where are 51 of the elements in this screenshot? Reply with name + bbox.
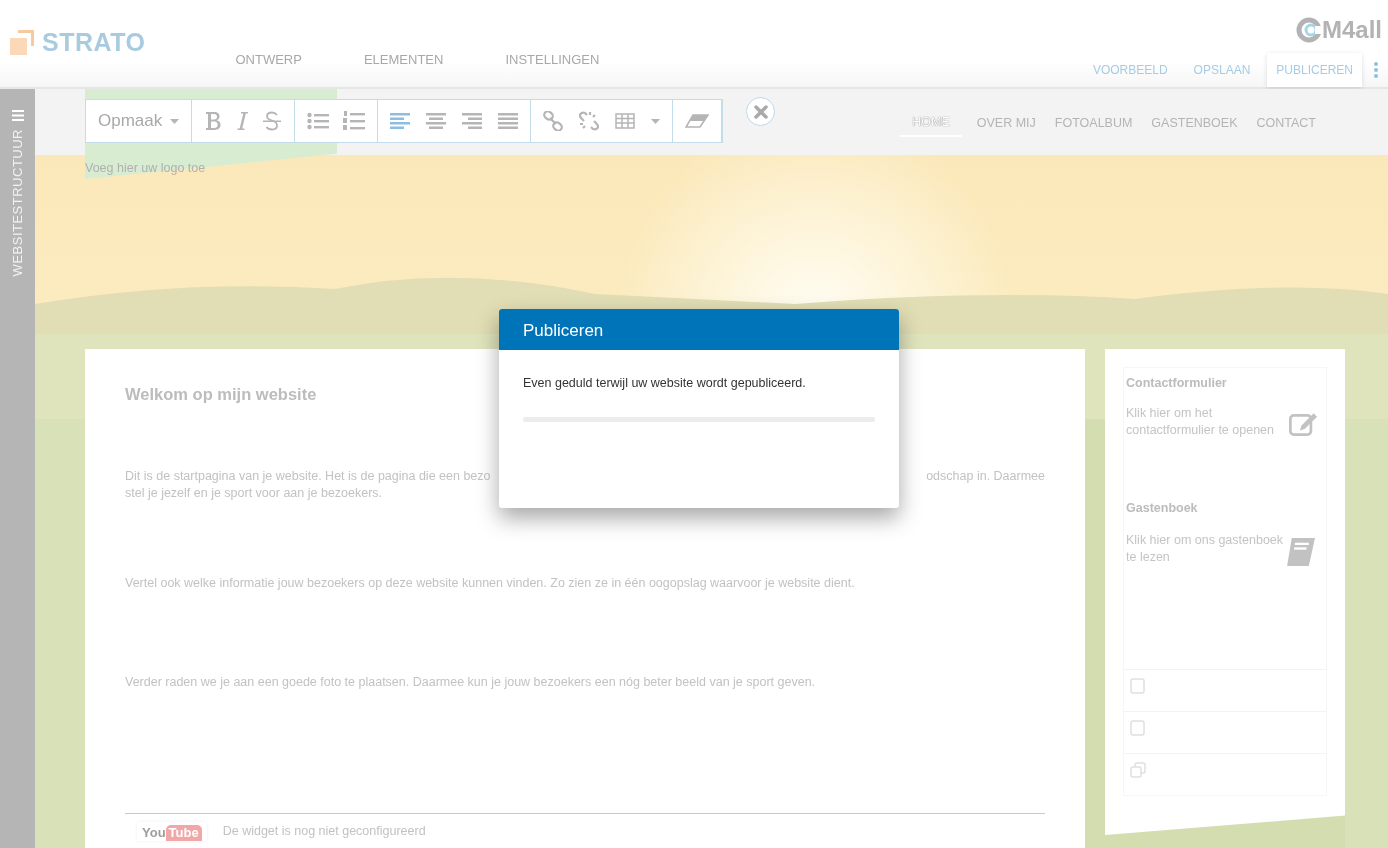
logo-hint[interactable]: Voeg hier uw logo toe bbox=[85, 159, 206, 178]
close-icon bbox=[753, 104, 768, 119]
numbered-list-icon[interactable] bbox=[343, 111, 366, 131]
unlink-icon[interactable] bbox=[579, 111, 600, 131]
paragraph-text: odschap in. Daarmee bbox=[926, 467, 1045, 485]
align-center-icon[interactable] bbox=[426, 113, 447, 129]
menu-icon[interactable] bbox=[11, 110, 24, 121]
widget-text[interactable]: Klik hier om het contactformulier te openen bbox=[1126, 404, 1289, 445]
widget-title[interactable]: Contactformulier bbox=[1126, 374, 1326, 393]
eraser-icon[interactable] bbox=[685, 114, 710, 128]
site-nav-link[interactable]: GASTENBOEK bbox=[1147, 111, 1242, 137]
checkbox-icon[interactable] bbox=[1130, 678, 1146, 694]
site-nav-link[interactable]: CONTACT bbox=[1252, 111, 1320, 137]
caret-icon bbox=[170, 118, 180, 124]
align-right-icon[interactable] bbox=[462, 113, 483, 129]
copy-icon[interactable] bbox=[1130, 762, 1146, 778]
video-logo: You Tube bbox=[137, 821, 207, 841]
paragraph-text: Dit is de startpagina van je website. Het is de pagina die een bezo bbox=[125, 467, 491, 485]
nav-tab[interactable]: INSTELLINGEN bbox=[505, 49, 600, 69]
strikethrough-icon[interactable] bbox=[262, 111, 283, 131]
dialog-message: Even geduld terwijl uw website wordt gepubliceerd. bbox=[523, 375, 807, 392]
toolbar-button[interactable]: OPSLAAN bbox=[1184, 53, 1260, 87]
ring-logo-icon bbox=[1295, 17, 1322, 43]
site-nav-link[interactable]: OVER MIJ bbox=[972, 111, 1040, 137]
dialog-title: Publiceren bbox=[499, 309, 899, 350]
widget-text[interactable]: Klik hier om ons gastenboek te lezen bbox=[1126, 531, 1285, 572]
bullet-list-icon[interactable] bbox=[307, 112, 330, 130]
toolbar-button[interactable]: VOORBEELD bbox=[1083, 53, 1177, 87]
paragraph-text: stel je jezelf en je sport voor aan je bezoekers. bbox=[125, 484, 384, 502]
paragraph-text: Vertel ook welke informatie jouw bezoekers op deze website kunnen vinden. Zo zien ze in één oogopslag waarvoor je website dient. bbox=[125, 574, 856, 592]
checkbox-icon[interactable] bbox=[1130, 720, 1146, 736]
toolbar-button[interactable]: PUBLICEREN bbox=[1267, 53, 1362, 87]
link-icon[interactable] bbox=[543, 111, 564, 131]
nav-tab[interactable]: ELEMENTEN bbox=[363, 49, 444, 69]
sidebar-label[interactable]: WEBSITESTRUCTUUR bbox=[7, 129, 28, 277]
vendor-name: M4all bbox=[1321, 15, 1382, 45]
format-dropdown[interactable]: Opmaak bbox=[98, 108, 180, 134]
bold-icon[interactable] bbox=[204, 111, 223, 131]
site-nav-link[interactable]: FOTOALBUM bbox=[1050, 111, 1137, 137]
align-left-icon[interactable] bbox=[390, 113, 411, 129]
caret-icon[interactable] bbox=[651, 118, 661, 124]
page-heading: Welkom op mijn website bbox=[125, 385, 318, 405]
paragraph-text: Verder raden we je aan een goede foto te plaatsen. Daarmee kun je jouw bezoekers een nóg beter beeld van je sport geven. bbox=[125, 673, 817, 691]
brand-name: STRATO bbox=[42, 27, 146, 58]
italic-icon[interactable] bbox=[236, 111, 249, 131]
widget-message: De widget is nog niet geconfigureerd bbox=[222, 822, 426, 840]
logo-icon bbox=[10, 29, 34, 56]
table-icon[interactable] bbox=[615, 113, 636, 129]
nav-tab[interactable]: ONTWERP bbox=[235, 49, 302, 69]
widget-title[interactable]: Gastenboek bbox=[1126, 499, 1326, 518]
align-justify-icon[interactable] bbox=[498, 113, 519, 129]
